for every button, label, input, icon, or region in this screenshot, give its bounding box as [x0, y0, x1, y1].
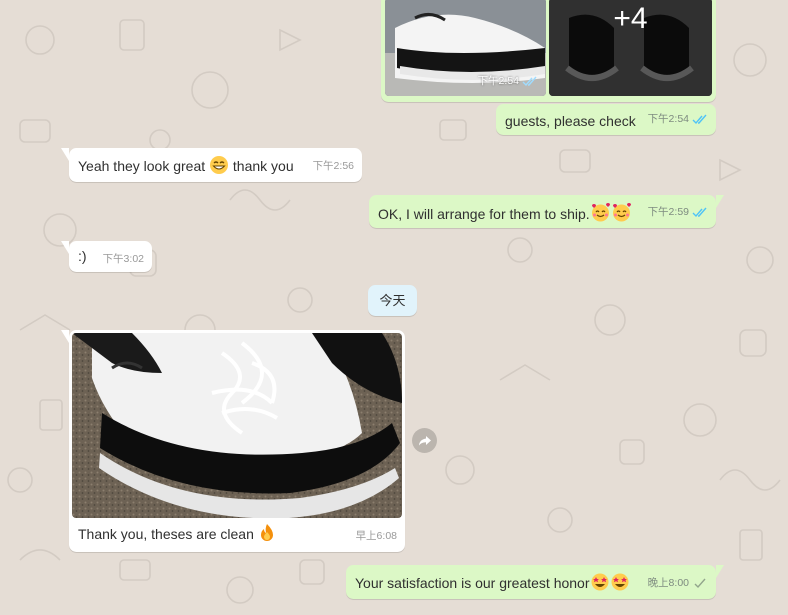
message-time: 下午2:59 [647, 206, 689, 218]
message-time: 晚上8:00 [647, 577, 689, 589]
album-photo-1[interactable]: 下午2:54 [385, 0, 546, 96]
more-photos-count: +4 [613, 2, 648, 35]
message-out-1[interactable]: guests, please check 下午2:54 [496, 104, 716, 135]
read-ticks-icon [692, 207, 707, 218]
bubble-tail [61, 148, 69, 161]
star-struck-emoji [611, 573, 629, 591]
bubble-tail [61, 241, 69, 254]
message-text-wrap: OK, I will arrange for them to ship. [378, 202, 632, 224]
fire-emoji [260, 524, 273, 541]
message-text: Yeah they look great [78, 158, 206, 174]
sent-tick-icon [694, 578, 706, 589]
star-struck-emoji [591, 573, 609, 591]
bubble-tail [716, 565, 724, 578]
message-in-1[interactable]: Yeah they look great thank you 下午2:56 [61, 148, 362, 182]
message-text: Your satisfaction is our greatest honor [355, 575, 590, 591]
message-time: 下午3:02 [102, 253, 144, 265]
message-meta: 下午2:56 [313, 157, 354, 176]
forward-icon [418, 435, 431, 445]
album-photo-more[interactable]: +4 [549, 0, 712, 96]
message-text: guests, please check [505, 113, 636, 129]
message-time: 下午2:54 [647, 113, 689, 125]
message-meta: 早上6:08 [356, 527, 397, 546]
read-ticks-icon [522, 76, 537, 87]
message-meta: 晚上8:00 [648, 574, 708, 593]
forward-button[interactable] [412, 428, 437, 453]
bubble-tail [716, 195, 724, 208]
shoe-photo[interactable] [72, 333, 402, 518]
image-caption: Thank you, theses are clean [78, 526, 254, 542]
album-time: 下午2:54 [478, 72, 538, 91]
read-ticks-icon [692, 114, 707, 125]
message-text-wrap: Yeah they look great thank you [78, 155, 294, 176]
smiling-face-with-hearts-emoji [612, 203, 631, 222]
album-bubble[interactable]: 下午2:54 +4 [381, 0, 716, 102]
message-meta: 下午3:02 [103, 250, 144, 269]
message-text-wrap: Your satisfaction is our greatest honor [355, 572, 630, 593]
message-in-2[interactable]: :) 下午3:02 [61, 241, 152, 272]
message-meta: 下午2:54 [648, 110, 708, 129]
smiling-face-with-hearts-emoji [591, 203, 610, 222]
message-time: 早上6:08 [355, 530, 397, 542]
bubble-tail [61, 330, 69, 343]
message-time: 下午2:56 [312, 160, 354, 172]
message-text: OK, I will arrange for them to ship. [378, 206, 590, 222]
message-out-2[interactable]: OK, I will arrange for them to ship. 下午2… [369, 195, 724, 228]
message-out-3[interactable]: Your satisfaction is our greatest honor … [346, 565, 724, 599]
message-meta: 下午2:59 [648, 203, 708, 222]
image-caption-wrap: Thank you, theses are clean [78, 523, 276, 544]
message-text-after: thank you [232, 158, 294, 174]
date-separator: 今天 [368, 285, 417, 316]
message-in-image[interactable]: Thank you, theses are clean 早上6:08 [61, 330, 405, 552]
beaming-face-emoji [210, 156, 229, 174]
message-text: :) [78, 248, 87, 264]
